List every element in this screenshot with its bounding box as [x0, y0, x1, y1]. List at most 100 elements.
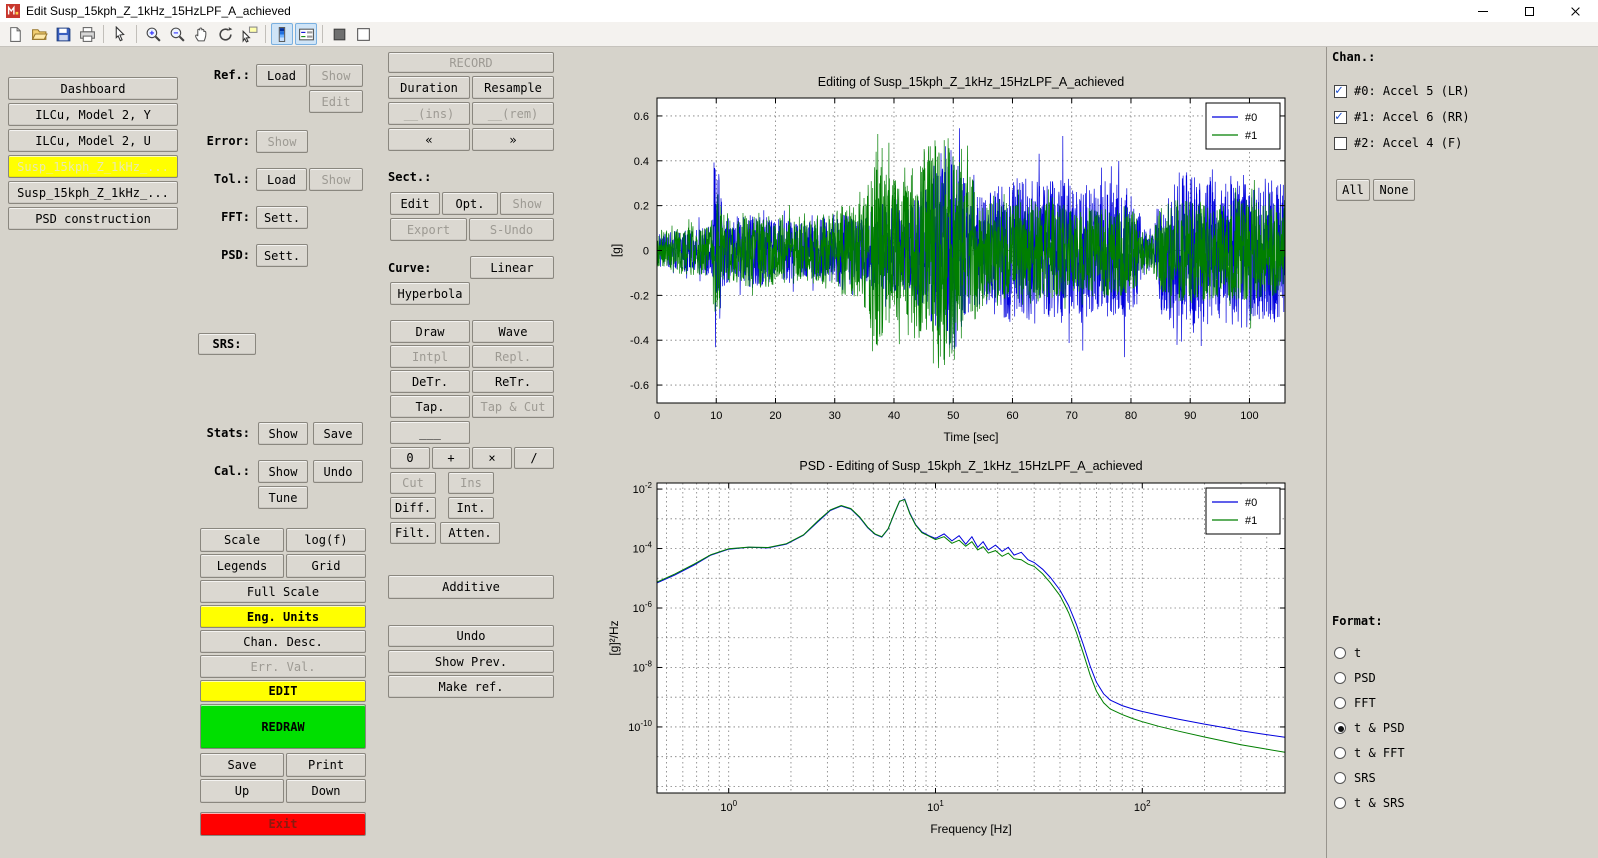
psd-settings-button[interactable]: Sett.	[256, 244, 308, 267]
make-ref-button[interactable]: Make ref.	[388, 675, 554, 698]
add-button[interactable]: +	[432, 447, 470, 469]
format-radio-fft[interactable]	[1334, 697, 1346, 709]
format-option-label: t & SRS	[1354, 796, 1405, 810]
wave-button[interactable]: Wave	[472, 320, 554, 343]
format-title: Format:	[1332, 614, 1383, 628]
cal-tune-button[interactable]: Tune	[258, 486, 308, 509]
channels-none-button[interactable]: None	[1373, 179, 1415, 201]
save-figure-icon[interactable]	[52, 23, 74, 45]
format-option-label: t	[1354, 646, 1361, 660]
svg-text:10-6: 10-6	[633, 600, 653, 615]
maximize-button[interactable]	[1506, 0, 1552, 22]
format-radio-t-psd[interactable]	[1334, 722, 1346, 734]
insert-colorbar-icon[interactable]	[271, 23, 293, 45]
new-figure-icon[interactable]	[4, 23, 26, 45]
stats-save-button[interactable]: Save	[313, 422, 363, 445]
svg-text:10-8: 10-8	[633, 659, 653, 674]
format-radio-srs[interactable]	[1334, 772, 1346, 784]
log-f-button[interactable]: log(f)	[286, 528, 366, 552]
cal-label: Cal.:	[140, 464, 250, 478]
scale-button[interactable]: Scale	[200, 528, 284, 552]
show-prev-button[interactable]: Show Prev.	[388, 650, 554, 673]
ref-load-button[interactable]: Load	[256, 64, 307, 87]
integrate-button[interactable]: Int.	[448, 497, 494, 519]
pan-icon[interactable]	[190, 23, 212, 45]
rotate-3d-icon[interactable]	[214, 23, 236, 45]
zoom-out-icon[interactable]	[166, 23, 188, 45]
tol-load-button[interactable]: Load	[256, 168, 307, 191]
maximize-icon	[1525, 7, 1534, 16]
channel-checkbox-1[interactable]	[1334, 111, 1347, 124]
edit-mode-button[interactable]: EDIT	[200, 680, 366, 702]
ref-edit-button: Edit	[309, 90, 363, 113]
channels-all-button[interactable]: All	[1336, 179, 1370, 201]
pointer-icon[interactable]	[109, 23, 131, 45]
additive-button[interactable]: Additive	[388, 575, 554, 599]
chan-desc-button[interactable]: Chan. Desc.	[200, 630, 366, 653]
insert-legend-icon[interactable]	[295, 23, 317, 45]
undo-button[interactable]: Undo	[388, 625, 554, 647]
retrend-button[interactable]: ReTr.	[472, 370, 554, 393]
subplot-icon[interactable]	[352, 23, 374, 45]
zero-button[interactable]: 0	[390, 447, 430, 469]
eng-units-button[interactable]: Eng. Units	[200, 605, 366, 628]
print-figure-icon[interactable]	[76, 23, 98, 45]
stats-show-button[interactable]: Show	[258, 422, 308, 445]
sect-edit-button[interactable]: Edit	[390, 192, 440, 215]
data-cursor-icon[interactable]	[238, 23, 260, 45]
multiply-button[interactable]: ×	[472, 447, 512, 469]
detrend-button[interactable]: DeTr.	[390, 370, 470, 393]
open-file-icon[interactable]	[28, 23, 50, 45]
exit-button[interactable]: Exit	[200, 812, 366, 836]
zoom-in-icon[interactable]	[142, 23, 164, 45]
attenuate-button[interactable]: Atten.	[440, 522, 500, 544]
minimize-button[interactable]	[1460, 0, 1506, 22]
grid-button[interactable]: Grid	[286, 554, 366, 578]
toolbar-separator	[322, 25, 323, 43]
svg-text:#1: #1	[1245, 515, 1257, 527]
prev-record-button[interactable]: «	[388, 128, 470, 151]
channel-checkbox-2[interactable]	[1334, 137, 1347, 150]
tol-label: Tol.:	[140, 172, 250, 186]
format-radio-t-fft[interactable]	[1334, 747, 1346, 759]
blank-line-button[interactable]: ___	[390, 421, 470, 444]
application-window: Edit Susp_15kph_Z_1kHz_15HzLPF_A_achieve…	[0, 0, 1598, 858]
error-show-button: Show	[256, 130, 308, 153]
sect-opt-button[interactable]: Opt.	[442, 192, 498, 215]
filter-button[interactable]: Filt.	[390, 522, 436, 544]
redraw-button[interactable]: REDRAW	[200, 704, 366, 749]
close-button[interactable]	[1552, 0, 1598, 22]
svg-text:90: 90	[1184, 410, 1196, 422]
format-radio-psd[interactable]	[1334, 672, 1346, 684]
srs-button[interactable]: SRS:	[198, 333, 256, 355]
cal-undo-button[interactable]: Undo	[313, 460, 363, 483]
duration-button[interactable]: Duration	[388, 76, 470, 99]
fft-settings-button[interactable]: Sett.	[256, 206, 308, 229]
resample-button[interactable]: Resample	[472, 76, 554, 99]
toolbar-separator	[136, 25, 137, 43]
format-radio-t-srs[interactable]	[1334, 797, 1346, 809]
svg-text:Frequency [Hz]: Frequency [Hz]	[930, 822, 1011, 836]
svg-text:0.2: 0.2	[634, 201, 649, 213]
cal-show-button[interactable]: Show	[258, 460, 308, 483]
curve-hyperbola-button[interactable]: Hyperbola	[390, 282, 470, 305]
format-radio-t[interactable]	[1334, 647, 1346, 659]
tol-show-button: Show	[309, 168, 363, 191]
next-record-button[interactable]: »	[472, 128, 554, 151]
time-history-chart[interactable]: 0102030405060708090100-0.6-0.4-0.200.20.…	[600, 46, 1340, 446]
psd-chart[interactable]: 10010110210-210-410-610-810-10PSD - Edit…	[600, 446, 1340, 854]
taper-button[interactable]: Tap.	[390, 395, 470, 418]
channel-checkbox-0[interactable]	[1334, 85, 1347, 98]
divide-button[interactable]: /	[514, 447, 554, 469]
draw-button[interactable]: Draw	[390, 320, 470, 343]
legends-button[interactable]: Legends	[200, 554, 284, 578]
full-scale-button[interactable]: Full Scale	[200, 580, 366, 603]
differentiate-button[interactable]: Diff.	[390, 497, 436, 519]
curve-linear-button[interactable]: Linear	[470, 256, 554, 279]
down-button[interactable]: Down	[286, 779, 366, 803]
print-button[interactable]: Print	[286, 753, 366, 777]
sidebar-item-2[interactable]: ILCu, Model 2, Y	[8, 103, 178, 126]
hold-on-icon[interactable]	[328, 23, 350, 45]
up-button[interactable]: Up	[200, 779, 284, 803]
save-button[interactable]: Save	[200, 753, 284, 777]
